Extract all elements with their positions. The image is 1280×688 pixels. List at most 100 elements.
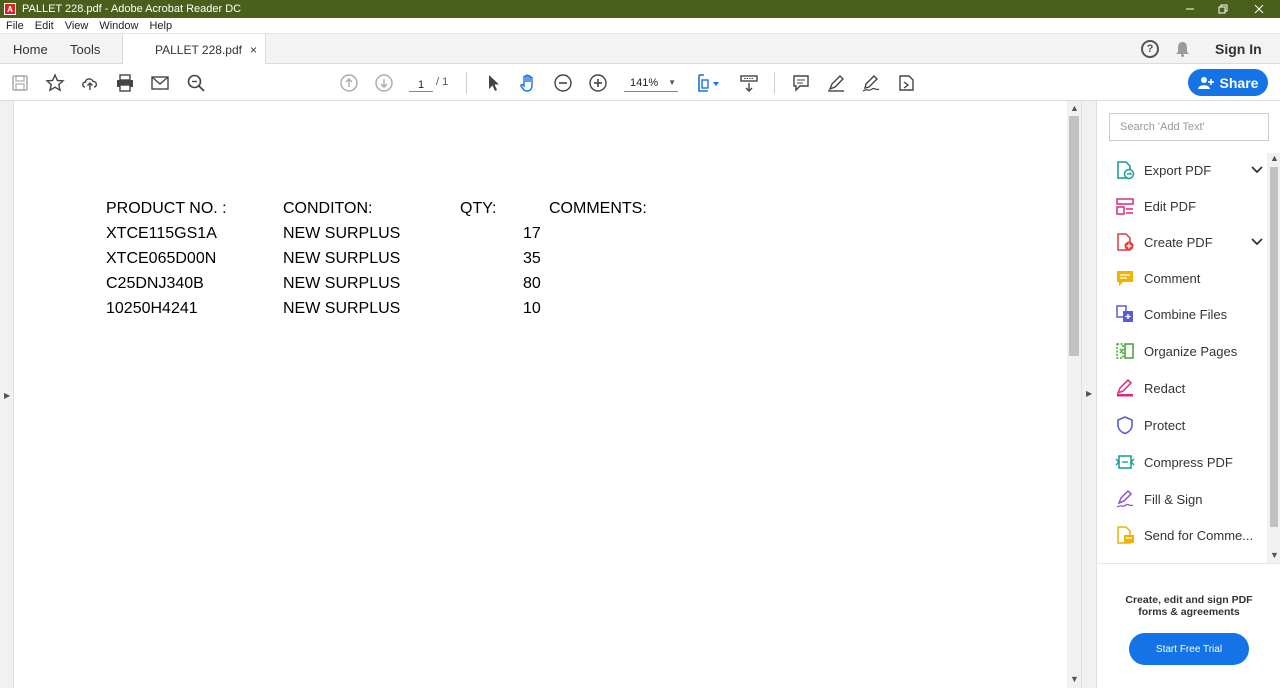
page-total-label: / 1 [436,76,449,88]
sign-pen-icon[interactable] [860,72,882,94]
row-qty: 17 [523,225,541,242]
row-product: XTCE115GS1A [106,225,217,242]
bookmark-star-icon[interactable] [44,72,66,94]
select-cursor-icon[interactable] [482,72,504,94]
title-bar: A PALLET 228.pdf - Adobe Acrobat Reader … [0,0,1280,18]
menu-view[interactable]: View [65,20,89,32]
previous-page-icon[interactable] [338,72,360,94]
scroll-down-icon[interactable]: ▼ [1270,550,1279,560]
chevron-down-icon[interactable] [1251,235,1263,249]
row-product: 10250H4241 [106,300,198,317]
tool-create-pdf[interactable]: Create PDF [1115,227,1265,257]
menu-file[interactable]: File [6,20,24,32]
menu-help[interactable]: Help [149,20,172,32]
more-tools-icon[interactable] [895,72,917,94]
tab-document-label: PALLET 228.pdf [155,42,242,57]
scroll-down-icon[interactable]: ▼ [1070,674,1079,684]
toolbar: 1 / 1 141% ▼ [0,64,1280,101]
tool-comment[interactable]: Comment [1115,263,1265,293]
menu-window[interactable]: Window [99,20,138,32]
tab-home[interactable]: Home [13,34,48,64]
row-qty: 10 [523,300,541,317]
minimize-button[interactable] [1172,0,1208,18]
scrollbar-thumb[interactable] [1069,116,1079,356]
tool-fill-sign[interactable]: Fill & Sign [1115,484,1265,514]
scroll-mode-icon[interactable] [738,72,760,94]
notification-bell-icon[interactable] [1175,41,1190,57]
tool-combine-files[interactable]: Combine Files [1115,299,1265,329]
export-pdf-icon [1115,160,1135,180]
start-free-trial-button[interactable]: Start Free Trial [1129,633,1249,665]
tab-document[interactable]: PALLET 228.pdf × [122,34,266,65]
scroll-up-icon[interactable]: ▲ [1070,103,1079,113]
tool-send-for-comment[interactable]: Send for Comme... [1115,520,1265,550]
print-icon[interactable] [114,72,136,94]
tool-label: Combine Files [1144,306,1228,322]
next-page-icon[interactable] [373,72,395,94]
add-person-icon [1197,76,1214,89]
hand-tool-icon[interactable] [517,72,539,94]
comment-note-icon[interactable] [790,72,812,94]
edit-pdf-icon [1115,196,1135,216]
document-viewer[interactable]: PRODUCT NO. : CONDITON: QTY: COMMENTS: X… [0,101,1096,688]
tool-label: Send for Comme... [1144,527,1254,543]
chevron-down-icon[interactable] [1251,163,1263,177]
comment-icon [1115,268,1135,288]
zoom-in-icon[interactable] [587,72,609,94]
highlight-pen-icon[interactable] [825,72,847,94]
page-fit-icon[interactable] [694,72,724,94]
share-label: Share [1219,74,1259,91]
row-product: XTCE065D00N [106,250,217,267]
document-scrollbar[interactable]: ▲ ▼ [1067,101,1081,688]
protect-icon [1115,415,1135,435]
close-window-button[interactable] [1241,0,1277,18]
save-icon[interactable] [9,72,31,94]
send-for-comment-icon [1115,525,1135,545]
tool-edit-pdf[interactable]: Edit PDF [1115,191,1265,221]
tool-compress-pdf[interactable]: Compress PDF [1115,447,1265,477]
zoom-out-icon[interactable] [552,72,574,94]
tools-search-input[interactable]: Search 'Add Text' [1109,113,1269,141]
tool-organize-pages[interactable]: Organize Pages [1115,336,1265,366]
right-panel-toggle[interactable]: ▶ [1081,101,1096,688]
scroll-up-icon[interactable]: ▲ [1270,153,1279,163]
toolbar-divider [774,72,775,94]
window-title: PALLET 228.pdf - Adobe Acrobat Reader DC [22,3,242,15]
left-panel-toggle[interactable]: ▶ [0,101,14,688]
share-button[interactable]: Share [1188,69,1268,96]
search-icon[interactable] [185,72,207,94]
help-icon[interactable]: ? [1141,40,1159,58]
tool-export-pdf[interactable]: Export PDF [1115,155,1265,185]
header-product-no: PRODUCT NO. : [106,200,227,217]
restore-button[interactable] [1205,0,1241,18]
collapse-right-icon: ▶ [1086,389,1093,398]
organize-pages-icon [1115,341,1135,361]
tool-label: Redact [1144,380,1186,396]
sign-in-link[interactable]: Sign In [1215,41,1262,57]
promo-panel: Create, edit and sign PDF forms & agreem… [1097,563,1280,688]
tab-tools[interactable]: Tools [70,34,100,64]
row-condition: NEW SURPLUS [283,300,401,317]
menu-edit[interactable]: Edit [35,20,54,32]
compress-pdf-icon [1115,452,1135,472]
zoom-level-dropdown[interactable]: 141% ▼ [624,74,678,92]
row-condition: NEW SURPLUS [283,275,401,292]
tools-panel-scrollbar[interactable]: ▲ ▼ [1267,153,1280,563]
row-condition: NEW SURPLUS [283,225,401,242]
promo-text: Create, edit and sign PDF forms & agreem… [1125,594,1253,618]
tool-protect[interactable]: Protect [1115,410,1265,440]
tool-label: Comment [1144,270,1201,286]
header-qty: QTY: [460,200,497,217]
upload-cloud-icon[interactable] [79,72,101,94]
tool-label: Compress PDF [1144,454,1233,470]
create-pdf-icon [1115,232,1135,252]
tool-label: Edit PDF [1144,198,1197,214]
tool-redact[interactable]: Redact [1115,373,1265,403]
acrobat-app-icon: A [4,3,16,15]
close-tab-icon[interactable]: × [250,43,257,57]
scrollbar-thumb[interactable] [1270,167,1278,527]
tool-label: Export PDF [1144,162,1212,178]
page-number-input[interactable]: 1 [409,74,433,92]
email-icon[interactable] [149,72,171,94]
toolbar-divider [466,72,467,94]
